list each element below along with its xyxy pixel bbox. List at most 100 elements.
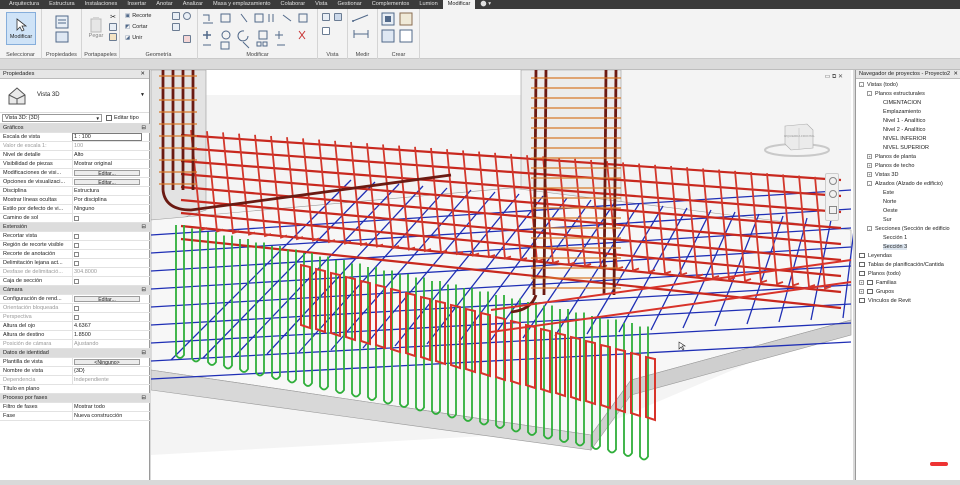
- ribbon-tab-modificar[interactable]: Modificar: [442, 0, 476, 9]
- tree-item[interactable]: Este: [875, 189, 894, 198]
- dimension-icon[interactable]: [352, 29, 370, 39]
- checkbox[interactable]: [74, 216, 79, 221]
- property-section-header[interactable]: Extensión ⊟: [0, 223, 150, 232]
- instance-selector[interactable]: Vista 3D: {3D} ▼: [2, 114, 102, 122]
- tree-item[interactable]: NIVEL INFERIOR: [875, 135, 927, 144]
- property-value[interactable]: Nueva construcción: [72, 412, 142, 421]
- tree-item[interactable]: - Secciones (Sección de edificio: [867, 225, 950, 234]
- tree-item[interactable]: + Familias: [859, 279, 896, 288]
- ribbon-extra-dropdown-icon[interactable]: ⬤ ▾: [475, 0, 496, 9]
- checkbox[interactable]: [74, 252, 79, 257]
- property-value[interactable]: Ninguno: [72, 205, 142, 214]
- property-value[interactable]: 4.6367: [72, 322, 142, 331]
- ribbon-tab-vista[interactable]: Vista: [310, 0, 332, 9]
- tree-item[interactable]: + Vistas 3D: [867, 171, 898, 180]
- properties-button[interactable]: [52, 12, 72, 45]
- scroll-indicator[interactable]: [930, 462, 948, 466]
- 3d-view-canvas[interactable]: IZQUIERDA FRONTAL ▭ ⧉ ✕: [151, 70, 853, 485]
- checkbox[interactable]: [74, 261, 79, 266]
- property-section-header[interactable]: Datos de identidad ⊟: [0, 349, 150, 358]
- tree-item[interactable]: + Grupos: [859, 288, 894, 297]
- collapse-icon[interactable]: -: [867, 181, 872, 187]
- type-selector[interactable]: Vista 3D ▼: [0, 79, 149, 113]
- property-value[interactable]: Estructura: [72, 187, 142, 196]
- paint-icon[interactable]: [183, 12, 191, 20]
- collapse-icon[interactable]: ⊟: [141, 223, 146, 232]
- property-value[interactable]: Mostrar original: [72, 160, 142, 169]
- rebar-3d-model[interactable]: [151, 70, 853, 485]
- ribbon-tab-lumion[interactable]: Lumion: [414, 0, 442, 9]
- collapse-icon[interactable]: ⊟: [141, 394, 146, 403]
- property-edit-button[interactable]: <Ninguno>: [74, 359, 140, 365]
- tree-item[interactable]: Nivel 2 - Analítico: [875, 126, 926, 135]
- ribbon-tab-instalaciones[interactable]: Instalaciones: [80, 0, 123, 9]
- ribbon-tab-masa-y-emplazamiento[interactable]: Masa y emplazamiento: [208, 0, 276, 9]
- property-value[interactable]: {3D}: [72, 367, 142, 376]
- close-icon[interactable]: ✕: [140, 70, 145, 79]
- collapse-icon[interactable]: ⊟: [141, 124, 146, 133]
- restore-icon[interactable]: ⧉: [832, 74, 836, 80]
- tree-item[interactable]: Sección 1: [875, 234, 907, 243]
- ribbon-tab-complementos[interactable]: Complementos: [367, 0, 415, 9]
- property-section-header[interactable]: Gráficos ⊟: [0, 124, 150, 133]
- ribbon-tab-colaborar[interactable]: Colaborar: [276, 0, 311, 9]
- hide-element-icon[interactable]: [322, 13, 330, 21]
- tree-item[interactable]: Leyendas: [859, 252, 892, 261]
- tree-item[interactable]: Planos (todo): [859, 270, 901, 279]
- tree-item[interactable]: Oeste: [875, 207, 898, 216]
- collapse-icon[interactable]: ⊟: [141, 286, 146, 295]
- join-button[interactable]: ◪ Unir: [125, 35, 142, 41]
- tree-item[interactable]: - Vistas (todo): [859, 81, 898, 90]
- create-group-icon[interactable]: [381, 29, 395, 43]
- close-icon[interactable]: ✕: [838, 74, 843, 80]
- zoom-icon[interactable]: [829, 190, 837, 198]
- measure-icon[interactable]: [352, 13, 370, 23]
- property-value[interactable]: Por disciplina: [72, 196, 142, 205]
- cut-icon[interactable]: ✂: [109, 13, 117, 21]
- ribbon-tab-estructura[interactable]: Estructura: [44, 0, 80, 9]
- split-face-icon[interactable]: [172, 12, 180, 20]
- create-parts-icon[interactable]: [399, 12, 413, 26]
- ribbon-tab-gestionar[interactable]: Gestionar: [332, 0, 366, 9]
- edit-type-button[interactable]: Editar tipo: [106, 114, 139, 122]
- create-similar-icon[interactable]: [399, 29, 413, 43]
- ribbon-tab-anotar[interactable]: Anotar: [151, 0, 177, 9]
- property-section-header[interactable]: Cámara ⊟: [0, 286, 150, 295]
- tree-item[interactable]: NIVEL SUPERIOR: [875, 144, 929, 153]
- tree-item[interactable]: CIMENTACION: [875, 99, 921, 108]
- tree-item[interactable]: + Planos de planta: [867, 153, 916, 162]
- collapse-icon[interactable]: -: [859, 82, 864, 88]
- checkbox[interactable]: [74, 243, 79, 248]
- tree-item[interactable]: Sección 3: [875, 243, 908, 252]
- property-value[interactable]: Mostrar todo: [72, 403, 142, 412]
- ribbon-tab-arquitectura[interactable]: Arquitectura: [4, 0, 44, 9]
- tree-item[interactable]: Norte: [875, 198, 896, 207]
- checkbox[interactable]: [74, 234, 79, 239]
- property-edit-button[interactable]: Editar...: [74, 296, 140, 302]
- expand-icon[interactable]: +: [867, 163, 872, 169]
- match-type-icon[interactable]: [109, 33, 117, 41]
- linework-icon[interactable]: [322, 27, 330, 35]
- modify-button[interactable]: Modificar: [6, 12, 36, 45]
- create-assembly-icon[interactable]: [381, 12, 395, 26]
- checkbox[interactable]: [74, 279, 79, 284]
- close-icon[interactable]: ✕: [953, 70, 958, 79]
- property-edit-button[interactable]: Editar...: [74, 179, 140, 185]
- expand-icon[interactable]: +: [859, 289, 864, 295]
- minimize-icon[interactable]: ▭: [825, 74, 831, 80]
- override-graphics-icon[interactable]: [334, 13, 342, 21]
- tree-item[interactable]: + Planos de techo: [867, 162, 914, 171]
- property-edit-button[interactable]: Editar...: [74, 170, 140, 176]
- tree-item[interactable]: - Planos estructurales: [867, 90, 925, 99]
- expand-icon[interactable]: +: [859, 280, 864, 286]
- property-value[interactable]: 1.8500: [72, 331, 142, 340]
- demolish-icon[interactable]: [183, 35, 191, 43]
- collapse-icon[interactable]: -: [867, 226, 872, 232]
- expand-icon[interactable]: +: [867, 172, 872, 178]
- tree-item[interactable]: Vínculos de Revit: [859, 297, 911, 306]
- steering-wheel-icon[interactable]: [829, 177, 837, 185]
- property-section-header[interactable]: Proceso por fases ⊟: [0, 394, 150, 403]
- collapse-icon[interactable]: -: [867, 91, 872, 97]
- expand-icon[interactable]: +: [867, 154, 872, 160]
- tree-item[interactable]: Nivel 1 - Analítico: [875, 117, 926, 126]
